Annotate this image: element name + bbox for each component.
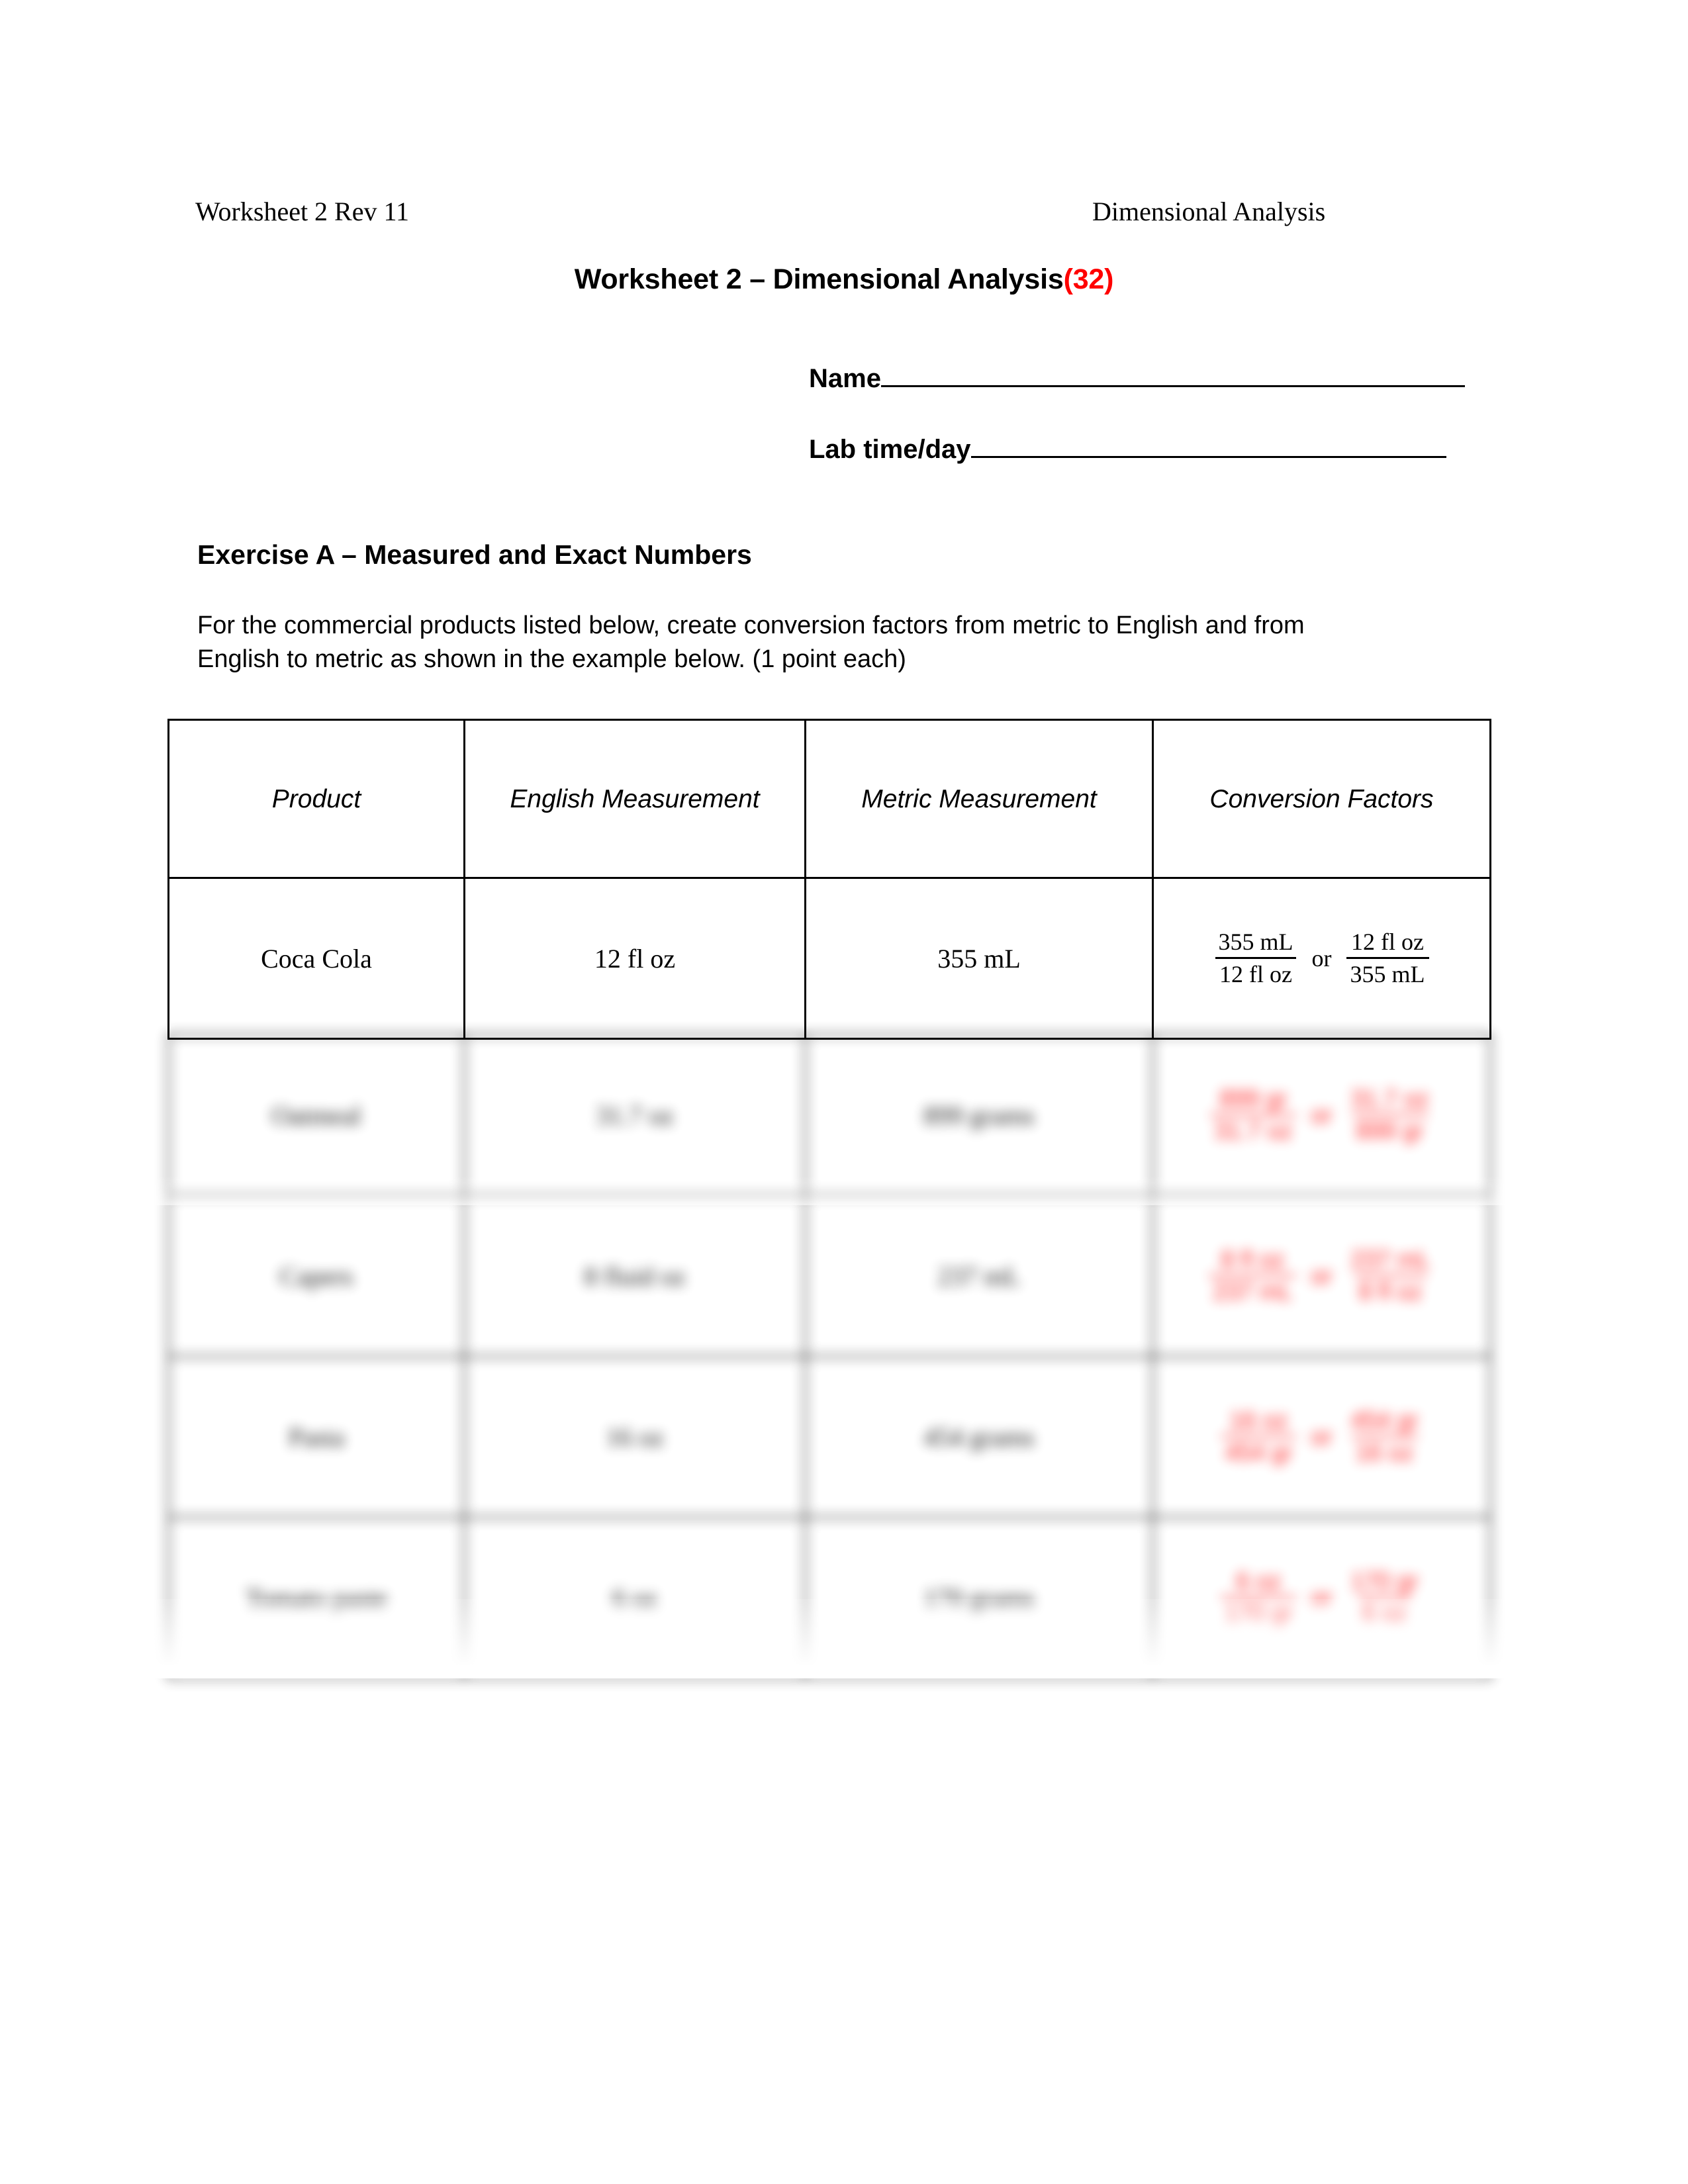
- conversion-factors-table: Product English Measurement Metric Measu…: [167, 719, 1491, 1040]
- name-field-row: Name: [809, 363, 1465, 394]
- lab-time-field-blank[interactable]: [970, 433, 1446, 458]
- conversion-table-wrapper: Product English Measurement Metric Measu…: [141, 719, 1518, 1679]
- conversion-fraction-left: 8 fl oz 237 mL: [1209, 1246, 1297, 1305]
- fraction-denominator: 8 fl oz: [1354, 1275, 1427, 1305]
- fraction-separator: or: [1311, 944, 1332, 972]
- fraction-denominator: 31.7 oz: [1210, 1114, 1297, 1144]
- cell-conversion-factors: 16 oz 454 gr or 454 gr 16 oz: [1152, 1355, 1491, 1518]
- table-row: Pasta 16 oz 454 grams 16 oz 454 gr or 45…: [167, 1355, 1491, 1518]
- fraction-numerator: 454 gr: [1350, 1406, 1419, 1434]
- fraction-numerator: 31.7 oz: [1350, 1085, 1429, 1113]
- cell-metric: 237 mL: [804, 1195, 1154, 1357]
- cell-metric: 454 grams: [804, 1355, 1154, 1518]
- table-row: Coca Cola 12 fl oz 355 mL 355 mL 12 fl o…: [167, 877, 1491, 1040]
- conversion-fraction-left: 899 gr 31.7 oz: [1210, 1085, 1297, 1144]
- fraction-denominator: 237 mL: [1209, 1275, 1297, 1305]
- fraction-separator: or: [1311, 1422, 1333, 1450]
- page-title-text: Worksheet 2 – Dimensional Analysis: [574, 263, 1064, 295]
- conversion-fraction-right: 170 gr 6 oz: [1347, 1567, 1423, 1627]
- cell-product: Coca Cola: [167, 877, 465, 1040]
- fraction-numerator: 6 oz: [1236, 1567, 1282, 1595]
- conversion-fraction-right: 12 fl oz 355 mL: [1346, 929, 1429, 987]
- cell-product: Pasta: [167, 1355, 465, 1518]
- running-header: Worksheet 2 Rev 11 Dimensional Analysis: [195, 192, 1493, 232]
- column-header-metric: Metric Measurement: [804, 719, 1154, 879]
- cell-product: Oatmeal: [167, 1034, 465, 1197]
- conversion-fraction-left: 6 oz 170 gr: [1221, 1567, 1297, 1627]
- fraction-numerator: 12 fl oz: [1351, 929, 1424, 956]
- conversion-fraction-left: 355 mL 12 fl oz: [1215, 929, 1297, 987]
- redacted-answer-rows: Oatmeal 31.7 oz 899 grams 899 gr 31.7 oz…: [167, 1034, 1491, 1679]
- fraction-numerator: 8 fl oz: [1221, 1246, 1285, 1273]
- exercise-heading: Exercise A – Measured and Exact Numbers: [197, 539, 752, 570]
- page-points-badge: (32): [1063, 263, 1114, 295]
- column-header-factors: Conversion Factors: [1152, 719, 1491, 879]
- table-row: Oatmeal 31.7 oz 899 grams 899 gr 31.7 oz…: [167, 1034, 1491, 1197]
- fraction-denominator: 899 gr: [1352, 1114, 1428, 1144]
- cell-product: Tomato paste: [167, 1516, 465, 1679]
- fraction-numerator: 237 mL: [1350, 1246, 1430, 1273]
- fraction-denominator: 16 oz: [1351, 1435, 1418, 1466]
- lab-time-field-label: Lab time/day: [809, 435, 971, 464]
- fraction-numerator: 170 gr: [1350, 1567, 1419, 1595]
- fraction-separator: or: [1311, 1261, 1333, 1289]
- cell-english: 16 oz: [463, 1355, 806, 1518]
- cell-metric: 170 grams: [804, 1516, 1154, 1679]
- table-row: Tomato paste 6 oz 170 grams 6 oz 170 gr …: [167, 1516, 1491, 1679]
- header-left-text: Worksheet 2 Rev 11: [195, 197, 410, 226]
- fraction-denominator: 6 oz: [1358, 1596, 1411, 1627]
- conversion-fraction-right: 237 mL 8 fl oz: [1347, 1246, 1434, 1305]
- exercise-instructions: For the commercial products listed below…: [197, 612, 1305, 673]
- page-title: Worksheet 2 – Dimensional Analysis(32): [0, 263, 1688, 296]
- conversion-fraction-right: 31.7 oz 899 gr: [1347, 1085, 1433, 1144]
- conversion-fraction-left: 16 oz 454 gr: [1221, 1406, 1297, 1466]
- cell-english: 31.7 oz: [463, 1034, 806, 1197]
- fraction-denominator: 454 gr: [1221, 1435, 1297, 1466]
- cell-conversion-factors: 899 gr 31.7 oz or 31.7 oz 899 gr: [1152, 1034, 1491, 1197]
- fraction-numerator: 899 gr: [1219, 1085, 1288, 1113]
- fraction-separator: or: [1311, 1101, 1333, 1128]
- fraction-denominator: 170 gr: [1221, 1596, 1297, 1627]
- fraction-separator: or: [1311, 1583, 1333, 1611]
- table-row: Capers 8 fluid oz 237 mL 8 fl oz 237 mL …: [167, 1195, 1491, 1357]
- fraction-numerator: 355 mL: [1218, 929, 1293, 956]
- header-right-text: Dimensional Analysis: [1092, 197, 1326, 226]
- table-header-row: Product English Measurement Metric Measu…: [167, 719, 1491, 879]
- name-field-blank[interactable]: [880, 363, 1465, 387]
- column-header-product: Product: [167, 719, 465, 879]
- cell-english: 12 fl oz: [463, 877, 806, 1040]
- cell-english: 8 fluid oz: [463, 1195, 806, 1357]
- cell-product: Capers: [167, 1195, 465, 1357]
- fraction-denominator: 355 mL: [1346, 957, 1429, 987]
- name-field-label: Name: [809, 364, 881, 393]
- cell-metric: 899 grams: [804, 1034, 1154, 1197]
- cell-conversion-factors: 6 oz 170 gr or 170 gr 6 oz: [1152, 1516, 1491, 1679]
- cell-conversion-factors: 355 mL 12 fl oz or 12 fl oz 355 mL: [1152, 877, 1491, 1040]
- fraction-numerator: 16 oz: [1229, 1406, 1288, 1434]
- fraction-denominator: 12 fl oz: [1215, 957, 1296, 987]
- cell-metric: 355 mL: [804, 877, 1154, 1040]
- worksheet-page: Worksheet 2 Rev 11 Dimensional Analysis …: [0, 0, 1688, 2184]
- conversion-fraction-right: 454 gr 16 oz: [1347, 1406, 1423, 1466]
- column-header-english: English Measurement: [463, 719, 806, 879]
- cell-english: 6 oz: [463, 1516, 806, 1679]
- lab-time-field-row: Lab time/day: [809, 433, 1446, 465]
- cell-conversion-factors: 8 fl oz 237 mL or 237 mL 8 fl oz: [1152, 1195, 1491, 1357]
